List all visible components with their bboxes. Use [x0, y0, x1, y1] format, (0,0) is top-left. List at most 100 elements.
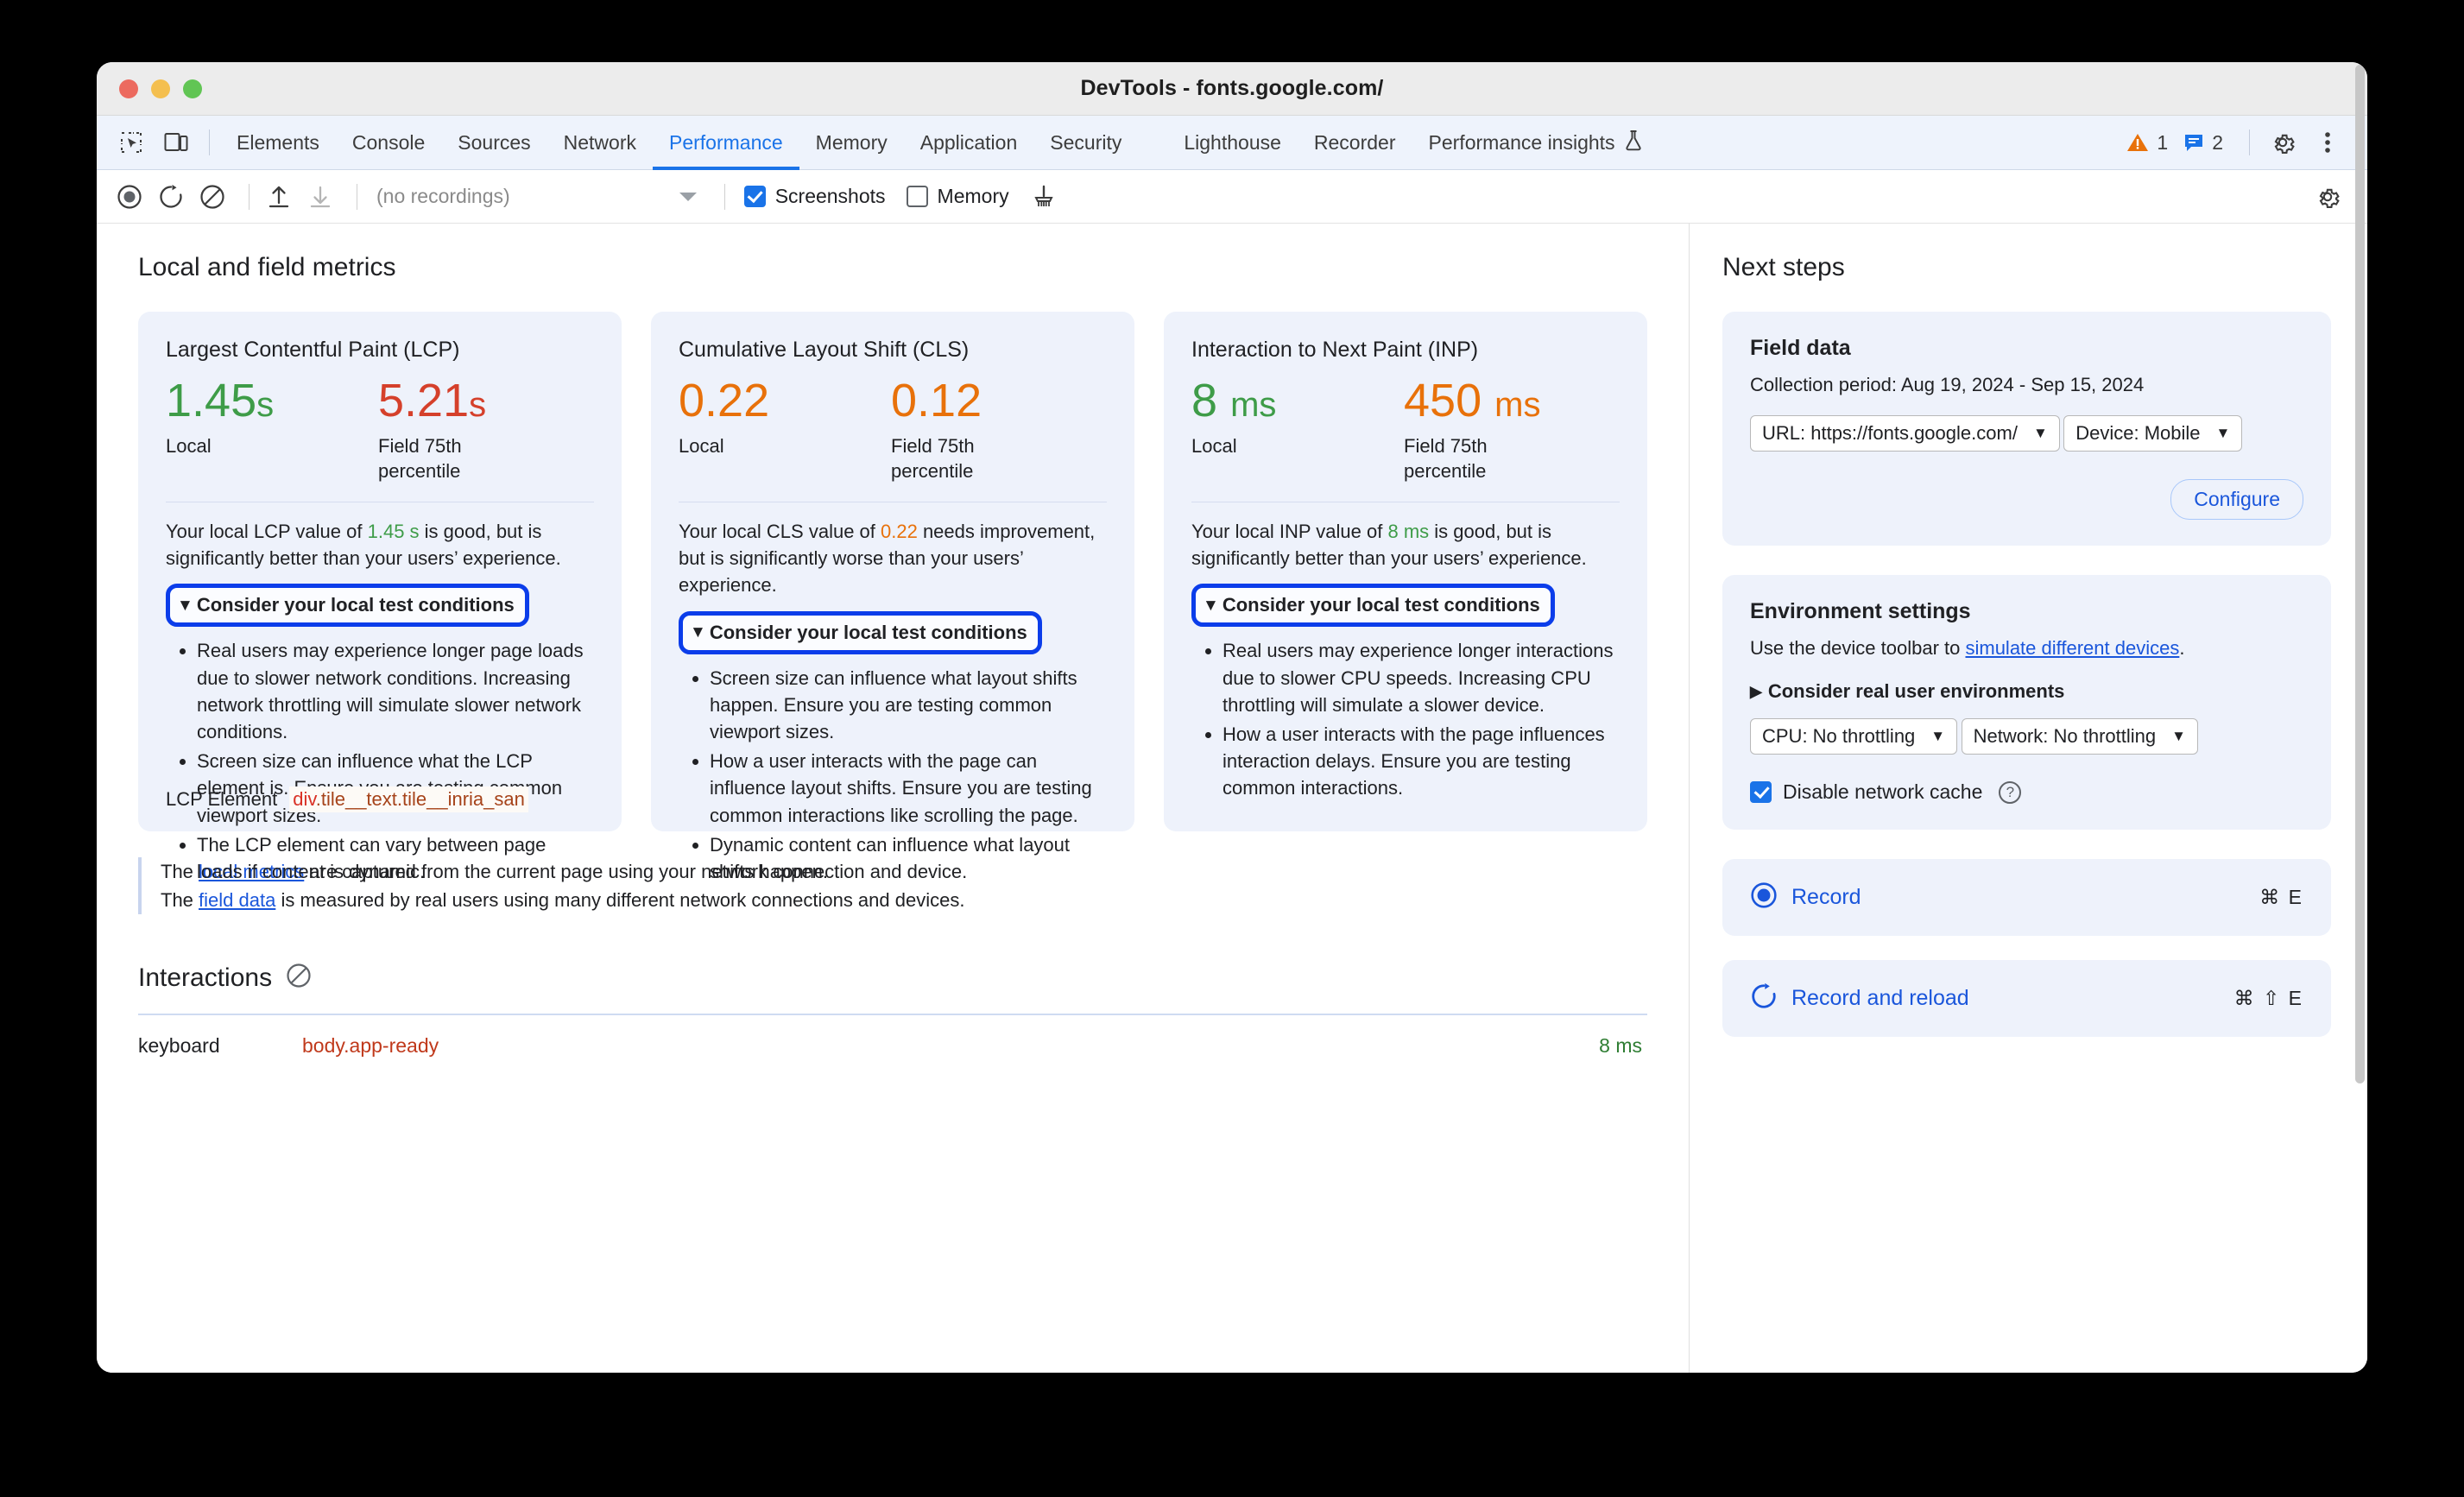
disable-network-cache-checkbox[interactable]	[1750, 781, 1772, 804]
device-toolbar-icon[interactable]	[157, 123, 195, 161]
screenshots-checkbox-group[interactable]: Screenshots	[743, 185, 886, 208]
lcp-consider-conditions-toggle[interactable]: ▼ Consider your local test conditions	[166, 584, 529, 628]
footnote-line-2: The field data is measured by real users…	[161, 886, 1647, 914]
triangle-down-icon: ▼	[1203, 596, 1219, 615]
broom-icon[interactable]	[1027, 180, 1061, 214]
upload-icon[interactable]	[262, 180, 296, 214]
tab-lighthouse[interactable]: Lighthouse	[1167, 116, 1298, 170]
tabbar-divider	[209, 129, 210, 155]
performance-content: Local and field metrics Largest Contentf…	[97, 65, 2367, 1373]
tab-security[interactable]: Security	[1033, 116, 1138, 170]
device-select[interactable]: Device: Mobile ▼	[2063, 415, 2243, 452]
tab-console[interactable]: Console	[336, 116, 441, 170]
help-icon[interactable]: ?	[1999, 780, 2022, 804]
tabbar-right-divider	[2249, 129, 2250, 155]
interactions-header: Interactions	[138, 963, 1647, 993]
gear-icon[interactable]	[2264, 123, 2302, 161]
inp-field-column: 450 ms Field 75th percentile	[1404, 373, 1616, 484]
disable-cache-row[interactable]: Disable network cache ?	[1750, 780, 2303, 804]
inp-condition-list: Real users may experience longer interac…	[1191, 637, 1620, 801]
simulate-devices-link[interactable]: simulate different devices	[1965, 637, 2179, 659]
table-row[interactable]: keyboard body.app-ready 8 ms	[138, 1015, 1647, 1058]
field-data-link[interactable]: field data	[199, 889, 275, 911]
tab-network[interactable]: Network	[547, 116, 653, 170]
tab-sources[interactable]: Sources	[441, 116, 547, 170]
lcp-card-title: Largest Contentful Paint (LCP)	[166, 338, 460, 362]
dropdown-caret-icon[interactable]	[671, 180, 705, 214]
lcp-field-label: Field 75th percentile	[378, 434, 462, 483]
inp-local-unit: ms	[1230, 386, 1277, 424]
lcp-condition-list: Real users may experience longer page lo…	[166, 637, 594, 885]
info-badge[interactable]: 2	[2183, 131, 2223, 155]
settings-gear-icon[interactable]	[2310, 180, 2345, 214]
tab-application[interactable]: Application	[904, 116, 1034, 170]
info-icon	[2185, 135, 2203, 151]
cls-consider-conditions-label: Consider your local test conditions	[709, 621, 1027, 643]
device-select-value: Device: Mobile	[2075, 422, 2201, 445]
triangle-down-icon: ▼	[177, 596, 193, 615]
chevron-down-icon: ▼	[2032, 425, 2048, 442]
list-item: Real users may experience longer page lo…	[197, 637, 594, 745]
lcp-element-value[interactable]: div.tile__text.tile__inria_san	[289, 786, 528, 812]
warning-badge[interactable]: 1	[2126, 131, 2168, 155]
title-bar: DevTools - fonts.google.com/	[97, 62, 2367, 116]
tab-performance[interactable]: Performance	[653, 116, 799, 170]
env-desc-pre: Use the device toolbar to	[1750, 637, 1966, 660]
clear-icon[interactable]	[286, 963, 312, 993]
inp-consider-conditions-toggle[interactable]: ▼ Consider your local test conditions	[1191, 584, 1555, 628]
recordings-selector[interactable]: (no recordings)	[376, 185, 510, 208]
inspect-icon[interactable]	[112, 123, 150, 161]
lcp-desc-value: 1.45 s	[367, 520, 420, 542]
cpu-throttling-value: CPU: No throttling	[1762, 725, 1916, 748]
list-item: How a user interacts with the page influ…	[1223, 721, 1620, 802]
lcp-field-value: 5.21s	[378, 373, 591, 430]
record-icon[interactable]	[112, 180, 147, 214]
network-throttling-select[interactable]: Network: No throttling ▼	[1961, 718, 2198, 755]
tab-recorder[interactable]: Recorder	[1298, 116, 1412, 170]
cls-field-label: Field 75th percentile	[891, 434, 975, 483]
memory-checkbox-group[interactable]: Memory	[906, 185, 1009, 208]
interaction-selector[interactable]: body.app-ready	[302, 1034, 1599, 1058]
screenshots-checkbox[interactable]	[743, 186, 766, 207]
real-user-environments-toggle[interactable]: ▶ Consider real user environments	[1750, 680, 2303, 703]
lcp-element-classes: .tile__text.tile__inria_san	[315, 788, 525, 810]
cls-field-value: 0.12	[891, 373, 1103, 430]
record-and-reload-action[interactable]: Record and reload ⌘ ⇧ E	[1722, 960, 2331, 1038]
clear-icon[interactable]	[195, 180, 230, 214]
more-options-icon[interactable]	[2309, 123, 2347, 161]
lcp-element-row: LCP Element div.tile__text.tile__inria_s…	[166, 786, 528, 812]
lcp-field-number: 5.21	[378, 375, 470, 426]
memory-checkbox[interactable]	[906, 186, 928, 207]
download-icon[interactable]	[303, 180, 338, 214]
devtools-window: DevTools - fonts.google.com/ Elements Co…	[97, 62, 2367, 1373]
lcp-desc-pre: Your local LCP value of	[166, 520, 368, 542]
configure-button[interactable]: Configure	[2170, 479, 2303, 521]
vertical-scrollbar[interactable]	[2355, 65, 2365, 1083]
tab-elements[interactable]: Elements	[220, 116, 336, 170]
screenshots-label: Screenshots	[774, 185, 886, 207]
record-reload-icon[interactable]	[154, 180, 188, 214]
inp-desc-pre: Your local INP value of	[1191, 520, 1388, 542]
real-user-environments-label: Consider real user environments	[1767, 680, 2065, 703]
record-action[interactable]: Record ⌘ E	[1722, 859, 2331, 937]
lcp-description: Your local LCP value of 1.45 s is good, …	[166, 518, 594, 572]
record-label: Record	[1791, 885, 1861, 910]
disable-network-cache-label: Disable network cache	[1783, 780, 1983, 804]
performance-toolbar: (no recordings) Screenshots Memory	[97, 170, 2367, 224]
cls-card-title: Cumulative Layout Shift (CLS)	[679, 338, 970, 362]
lcp-local-unit: s	[256, 386, 275, 424]
tab-performance-insights[interactable]: Performance insights	[1412, 116, 1659, 170]
network-throttling-value: Network: No throttling	[1973, 725, 2157, 748]
lcp-local-label: Local	[166, 434, 212, 457]
collection-period: Collection period: Aug 19, 2024 - Sep 15…	[1750, 374, 2145, 395]
tab-memory[interactable]: Memory	[799, 116, 904, 170]
url-select[interactable]: URL: https://fonts.google.com/ ▼	[1750, 415, 2060, 452]
cls-consider-conditions-toggle[interactable]: ▼ Consider your local test conditions	[679, 610, 1042, 654]
panel-tab-bar: Elements Console Sources Network Perform…	[97, 116, 2367, 170]
interaction-type: keyboard	[138, 1034, 220, 1057]
interaction-duration: 8 ms	[1599, 1034, 1642, 1057]
metric-card-inp: Interaction to Next Paint (INP) 8 ms Loc…	[1164, 312, 1647, 831]
field-data-heading: Field data	[1750, 336, 1851, 360]
lcp-element-tag: div	[293, 788, 316, 810]
cpu-throttling-select[interactable]: CPU: No throttling ▼	[1750, 718, 1958, 755]
